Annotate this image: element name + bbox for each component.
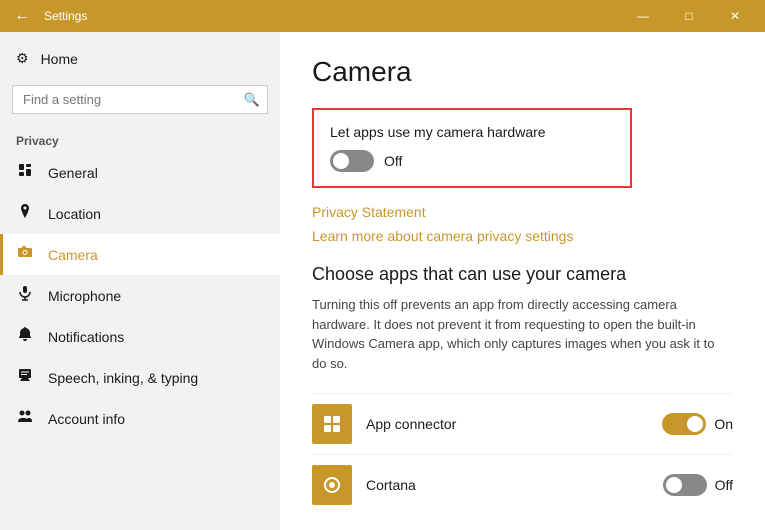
- search-container: 🔍: [12, 85, 268, 114]
- minimize-button[interactable]: —: [621, 0, 665, 32]
- back-button[interactable]: ←: [8, 2, 36, 30]
- toggle-row: Off: [330, 150, 614, 172]
- minimize-icon: —: [637, 9, 649, 23]
- sidebar-item-microphone[interactable]: Microphone: [0, 275, 280, 316]
- sidebar-item-general[interactable]: General: [0, 152, 280, 193]
- maximize-icon: □: [685, 9, 692, 23]
- right-panel: Camera Let apps use my camera hardware O…: [280, 32, 765, 530]
- sidebar: ⚙ Home 🔍 Privacy General: [0, 32, 280, 530]
- app-connector-icon: [312, 404, 352, 444]
- sidebar-label-microphone: Microphone: [48, 288, 121, 304]
- general-icon: [16, 162, 34, 183]
- sidebar-label-camera: Camera: [48, 247, 98, 263]
- sidebar-label-location: Location: [48, 206, 101, 222]
- learn-more-link[interactable]: Learn more about camera privacy settings: [312, 228, 733, 244]
- cortana-status: Off: [715, 477, 733, 493]
- sidebar-section-privacy: Privacy: [0, 122, 280, 152]
- window-title: Settings: [44, 9, 621, 23]
- app-connector-name: App connector: [366, 416, 648, 432]
- toggle-thumb: [333, 153, 349, 169]
- cortana-toggle-track: [663, 474, 707, 496]
- sidebar-item-home[interactable]: ⚙ Home: [0, 40, 280, 77]
- cortana-name: Cortana: [366, 477, 649, 493]
- account-icon: [16, 408, 34, 429]
- sidebar-label-general: General: [48, 165, 98, 181]
- sidebar-label-account: Account info: [48, 411, 125, 427]
- camera-toggle[interactable]: [330, 150, 374, 172]
- section-description: Turning this off prevents an app from di…: [312, 295, 732, 373]
- location-icon: [16, 203, 34, 224]
- notifications-icon: [16, 326, 34, 347]
- home-label: Home: [41, 51, 78, 67]
- close-button[interactable]: ✕: [713, 0, 757, 32]
- app-connector-toggle-area: On: [662, 413, 733, 435]
- cortana-toggle-thumb: [666, 477, 682, 493]
- search-icon: 🔍: [244, 92, 260, 108]
- sidebar-label-speech: Speech, inking, & typing: [48, 370, 198, 386]
- app-connector-status: On: [714, 416, 733, 432]
- speech-icon: [16, 367, 34, 388]
- cortana-icon: [312, 465, 352, 505]
- app-connector-toggle-track: [662, 413, 706, 435]
- app-connector-toggle-thumb: [687, 416, 703, 432]
- page-title: Camera: [312, 56, 733, 88]
- window-controls: — □ ✕: [621, 0, 757, 32]
- title-bar: ← Settings — □ ✕: [0, 0, 765, 32]
- apps-section-title: Choose apps that can use your camera: [312, 264, 733, 285]
- search-input[interactable]: [12, 85, 268, 114]
- camera-toggle-box: Let apps use my camera hardware Off: [312, 108, 632, 188]
- maximize-button[interactable]: □: [667, 0, 711, 32]
- camera-toggle-status: Off: [384, 153, 402, 169]
- app-connector-toggle[interactable]: [662, 413, 706, 435]
- sidebar-item-location[interactable]: Location: [0, 193, 280, 234]
- app-row-cortana: Cortana Off: [312, 454, 733, 515]
- sidebar-label-notifications: Notifications: [48, 329, 124, 345]
- sidebar-item-camera[interactable]: Camera: [0, 234, 280, 275]
- privacy-statement-link[interactable]: Privacy Statement: [312, 204, 733, 220]
- home-icon: ⚙: [16, 50, 29, 67]
- close-icon: ✕: [730, 9, 740, 23]
- main-content: ⚙ Home 🔍 Privacy General: [0, 32, 765, 530]
- camera-toggle-label: Let apps use my camera hardware: [330, 124, 614, 140]
- cortana-toggle[interactable]: [663, 474, 707, 496]
- sidebar-item-speech[interactable]: Speech, inking, & typing: [0, 357, 280, 398]
- cortana-toggle-area: Off: [663, 474, 733, 496]
- camera-icon: [16, 244, 34, 265]
- toggle-track: [330, 150, 374, 172]
- app-row-connector: App connector On: [312, 393, 733, 454]
- back-icon: ←: [14, 7, 30, 25]
- microphone-icon: [16, 285, 34, 306]
- sidebar-item-account[interactable]: Account info: [0, 398, 280, 439]
- sidebar-item-notifications[interactable]: Notifications: [0, 316, 280, 357]
